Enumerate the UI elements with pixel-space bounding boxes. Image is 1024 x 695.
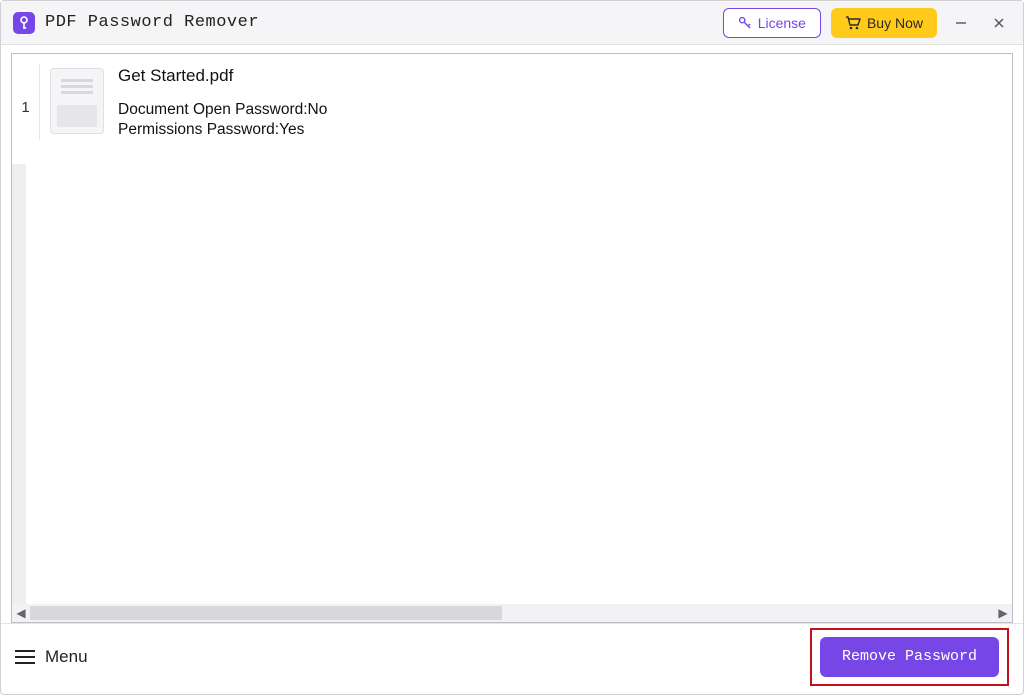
close-icon [993,17,1005,29]
titlebar: PDF Password Remover License Buy Now [1,1,1023,45]
row-index: 1 [12,64,40,140]
horizontal-scrollbar[interactable]: ◀ ▶ [12,604,1012,622]
menu-button[interactable]: Menu [15,647,88,667]
menu-label: Menu [45,647,88,667]
permissions-password-value: Yes [279,121,304,138]
doc-open-password-line: Document Open Password:No [118,100,327,120]
license-label: License [758,15,806,31]
permissions-password-line: Permissions Password:Yes [118,120,327,140]
remove-password-highlight: Remove Password [810,628,1009,686]
bottom-bar: Menu Remove Password [1,623,1023,689]
row-gutter [12,164,26,604]
key-icon [18,16,30,30]
buy-now-label: Buy Now [867,15,923,31]
scroll-thumb[interactable] [30,606,502,620]
scroll-track[interactable] [30,606,994,620]
cart-icon [845,16,861,30]
close-button[interactable] [985,8,1013,38]
app-logo [13,12,35,34]
minimize-icon [955,17,967,29]
file-row[interactable]: 1 Get Started.pdf Document Open Password… [12,54,1012,150]
remove-password-button[interactable]: Remove Password [820,637,999,677]
file-meta: Get Started.pdf Document Open Password:N… [118,64,327,140]
license-button[interactable]: License [723,8,821,38]
permissions-password-label: Permissions Password: [118,121,279,138]
scroll-left-arrow-icon[interactable]: ◀ [12,606,30,620]
hamburger-icon [15,656,35,658]
minimize-button[interactable] [947,8,975,38]
buy-now-button[interactable]: Buy Now [831,8,937,38]
scroll-right-arrow-icon[interactable]: ▶ [994,606,1012,620]
pdf-file-icon [50,68,104,134]
file-list: 1 Get Started.pdf Document Open Password… [11,53,1013,623]
doc-open-password-label: Document Open Password: [118,101,308,118]
doc-open-password-value: No [308,101,328,118]
key-icon [738,16,752,30]
app-title: PDF Password Remover [45,13,259,32]
file-name: Get Started.pdf [118,66,327,86]
